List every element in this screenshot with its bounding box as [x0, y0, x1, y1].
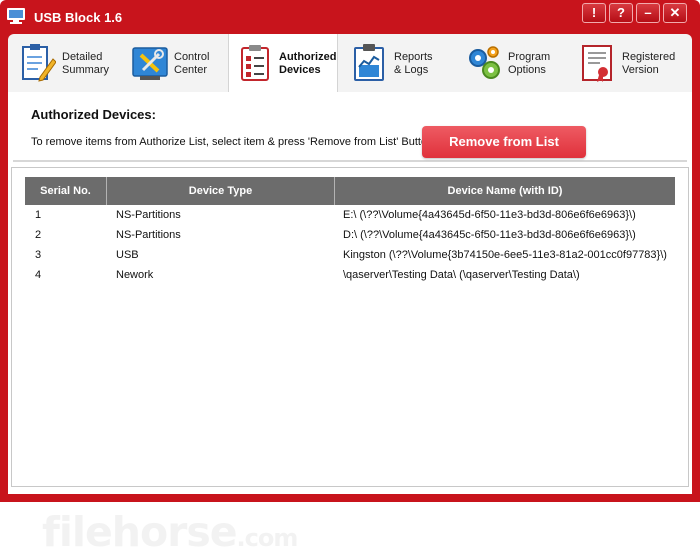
- device-type-cell: USB: [116, 249, 139, 261]
- tab-detailed-summary[interactable]: Detailed Summary: [12, 34, 122, 92]
- column-header-serial[interactable]: Serial No.: [25, 177, 107, 205]
- certificate-icon: [582, 45, 612, 82]
- column-header-device-type[interactable]: Device Type: [107, 177, 335, 205]
- table-row[interactable]: 4 Nework \qaserver\Testing Data\ (\qaser…: [25, 265, 675, 285]
- watermark-suffix: .com: [236, 524, 299, 552]
- chart-report-icon: [354, 44, 384, 81]
- devices-table-panel[interactable]: Serial No. Device Type Device Name (with…: [11, 167, 689, 556]
- tab-label: Detailed Summary: [62, 51, 110, 76]
- gears-icon: [469, 46, 500, 79]
- tab-label: Authorized Devices: [279, 51, 337, 76]
- about-button[interactable]: ?: [609, 3, 633, 23]
- main-content: Authorized Devices: To remove items from…: [8, 92, 692, 556]
- tab-label: Registered Version: [622, 51, 676, 76]
- device-type-cell: Nework: [116, 269, 154, 281]
- device-name-cell: Kingston (\??\Volume{3b74150e-6ee5-11e3-…: [343, 249, 667, 261]
- serial-cell: 4: [35, 269, 42, 281]
- serial-cell: 1: [35, 209, 42, 221]
- remove-from-list-button[interactable]: Remove from List: [422, 126, 586, 158]
- table-row[interactable]: 2 NS-Partitions D:\ (\??\Volume{4a43645c…: [25, 225, 675, 245]
- device-name-cell: \qaserver\Testing Data\ (\qaserver\Testi…: [343, 269, 580, 281]
- tab-label: Control Center: [174, 51, 210, 76]
- tools-icon: [132, 47, 168, 80]
- tab-registered-version[interactable]: Registered Version: [572, 34, 682, 92]
- tab-bar: Detailed Summary Control Center Authoriz…: [8, 34, 692, 92]
- page-title: Authorized Devices:: [31, 107, 156, 122]
- table-row[interactable]: 3 USB Kingston (\??\Volume{3b74150e-6ee5…: [25, 245, 675, 265]
- tab-authorized-devices[interactable]: Authorized Devices: [228, 34, 338, 92]
- clipboard-pencil-icon: [22, 44, 56, 82]
- devices-table[interactable]: Serial No. Device Type Device Name (with…: [25, 177, 675, 285]
- table-header: Serial No. Device Type Device Name (with…: [25, 177, 675, 205]
- checklist-icon: [241, 45, 269, 81]
- header-panel: Authorized Devices: To remove items from…: [13, 96, 687, 162]
- tab-label: Reports & Logs: [394, 51, 433, 76]
- watermark: filehorse.com: [42, 508, 299, 556]
- tab-reports-logs[interactable]: Reports & Logs: [344, 34, 454, 92]
- device-type-cell: NS-Partitions: [116, 229, 181, 241]
- tab-program-options[interactable]: Program Options: [458, 34, 568, 92]
- device-name-cell: E:\ (\??\Volume{4a43645d-6f50-11e3-bd3d-…: [343, 209, 636, 221]
- window-title: USB Block 1.6: [34, 10, 123, 25]
- help-button[interactable]: !: [582, 3, 606, 23]
- device-type-cell: NS-Partitions: [116, 209, 181, 221]
- device-name-cell: D:\ (\??\Volume{4a43645c-6f50-11e3-bd3d-…: [343, 229, 636, 241]
- watermark-main: filehorse: [42, 508, 238, 556]
- serial-cell: 2: [35, 229, 42, 241]
- table-row[interactable]: 1 NS-Partitions E:\ (\??\Volume{4a43645d…: [25, 205, 675, 225]
- title-bar[interactable]: USB Block 1.6 ! ? – ✕: [0, 0, 700, 34]
- minimize-button[interactable]: –: [636, 3, 660, 23]
- app-icon: [7, 8, 25, 24]
- serial-cell: 3: [35, 249, 42, 261]
- instruction-text: To remove items from Authorize List, sel…: [31, 136, 437, 148]
- column-header-device-name[interactable]: Device Name (with ID): [335, 177, 675, 205]
- close-button[interactable]: ✕: [663, 3, 687, 23]
- app-window: USB Block 1.6 ! ? – ✕ Detailed Summary C…: [0, 0, 700, 556]
- tab-control-center[interactable]: Control Center: [124, 34, 234, 92]
- tab-label: Program Options: [508, 51, 551, 76]
